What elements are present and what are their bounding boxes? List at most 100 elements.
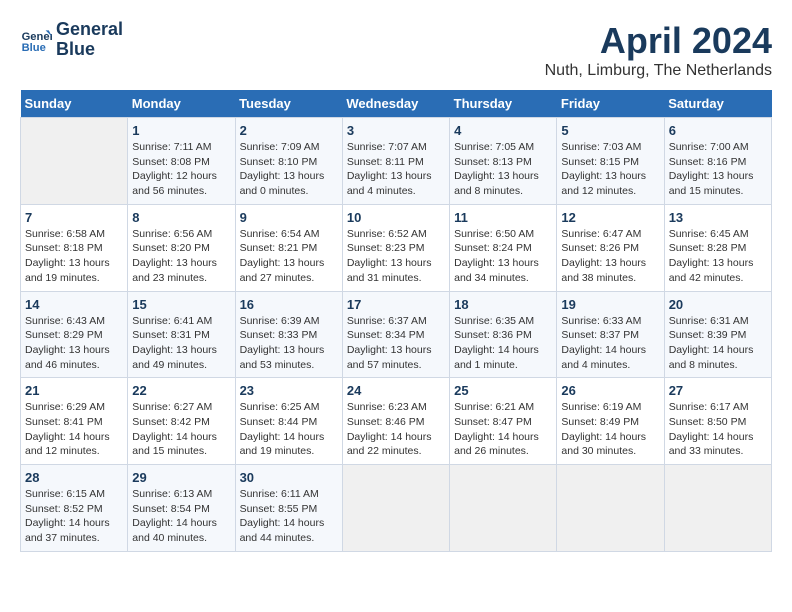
day-info: Sunrise: 6:45 AM Sunset: 8:28 PM Dayligh… (669, 227, 767, 286)
day-info: Sunrise: 6:21 AM Sunset: 8:47 PM Dayligh… (454, 400, 552, 459)
day-info: Sunrise: 6:52 AM Sunset: 8:23 PM Dayligh… (347, 227, 445, 286)
col-sunday: Sunday (21, 90, 128, 118)
calendar-cell (342, 465, 449, 552)
day-number: 9 (240, 210, 338, 225)
col-monday: Monday (128, 90, 235, 118)
location-subtitle: Nuth, Limburg, The Netherlands (545, 62, 772, 80)
calendar-cell (557, 465, 664, 552)
day-number: 8 (132, 210, 230, 225)
calendar-cell: 2 Sunrise: 7:09 AM Sunset: 8:10 PM Daylig… (235, 118, 342, 205)
calendar-body: 1 Sunrise: 7:11 AM Sunset: 8:08 PM Daylig… (21, 118, 772, 552)
calendar-cell: 25Sunrise: 6:21 AM Sunset: 8:47 PM Dayli… (450, 378, 557, 465)
day-info: Sunrise: 6:39 AM Sunset: 8:33 PM Dayligh… (240, 314, 338, 373)
day-info: Sunrise: 6:23 AM Sunset: 8:46 PM Dayligh… (347, 400, 445, 459)
calendar-table: Sunday Monday Tuesday Wednesday Thursday… (20, 90, 772, 552)
svg-text:General: General (22, 31, 52, 43)
col-tuesday: Tuesday (235, 90, 342, 118)
day-info: Sunrise: 6:31 AM Sunset: 8:39 PM Dayligh… (669, 314, 767, 373)
header-row: Sunday Monday Tuesday Wednesday Thursday… (21, 90, 772, 118)
day-number: 11 (454, 210, 552, 225)
calendar-cell: 4Sunrise: 7:05 AM Sunset: 8:13 PM Daylig… (450, 118, 557, 205)
day-info: Sunrise: 6:11 AM Sunset: 8:55 PM Dayligh… (240, 487, 338, 546)
calendar-cell: 1 Sunrise: 7:11 AM Sunset: 8:08 PM Daylig… (128, 118, 235, 205)
calendar-cell: 5 Sunrise: 7:03 AM Sunset: 8:15 PM Daylig… (557, 118, 664, 205)
day-number: 10 (347, 210, 445, 225)
day-number: 16 (240, 297, 338, 312)
logo-icon: General Blue (20, 24, 52, 56)
calendar-cell: 18Sunrise: 6:35 AM Sunset: 8:36 PM Dayli… (450, 291, 557, 378)
day-number: 22 (132, 383, 230, 398)
col-saturday: Saturday (664, 90, 771, 118)
calendar-cell: 7Sunrise: 6:58 AM Sunset: 8:18 PM Daylig… (21, 204, 128, 291)
calendar-cell (664, 465, 771, 552)
day-number: 2 (240, 123, 338, 138)
calendar-cell: 29Sunrise: 6:13 AM Sunset: 8:54 PM Dayli… (128, 465, 235, 552)
day-info: Sunrise: 6:50 AM Sunset: 8:24 PM Dayligh… (454, 227, 552, 286)
day-info: Sunrise: 6:27 AM Sunset: 8:42 PM Dayligh… (132, 400, 230, 459)
day-number: 7 (25, 210, 123, 225)
day-info: Sunrise: 7:11 AM Sunset: 8:08 PM Dayligh… (132, 140, 230, 199)
calendar-cell (21, 118, 128, 205)
day-info: Sunrise: 7:03 AM Sunset: 8:15 PM Dayligh… (561, 140, 659, 199)
logo-line2: Blue (56, 40, 123, 60)
day-info: Sunrise: 6:54 AM Sunset: 8:21 PM Dayligh… (240, 227, 338, 286)
day-number: 26 (561, 383, 659, 398)
day-number: 4 (454, 123, 552, 138)
calendar-week-row: 21Sunrise: 6:29 AM Sunset: 8:41 PM Dayli… (21, 378, 772, 465)
calendar-cell: 12 Sunrise: 6:47 AM Sunset: 8:26 PM Dayli… (557, 204, 664, 291)
calendar-cell: 13 Sunrise: 6:45 AM Sunset: 8:28 PM Dayli… (664, 204, 771, 291)
logo-line1: General (56, 20, 123, 40)
day-info: Sunrise: 6:47 AM Sunset: 8:26 PM Dayligh… (561, 227, 659, 286)
day-info: Sunrise: 6:19 AM Sunset: 8:49 PM Dayligh… (561, 400, 659, 459)
day-number: 12 (561, 210, 659, 225)
day-number: 5 (561, 123, 659, 138)
day-info: Sunrise: 6:43 AM Sunset: 8:29 PM Dayligh… (25, 314, 123, 373)
day-info: Sunrise: 6:13 AM Sunset: 8:54 PM Dayligh… (132, 487, 230, 546)
calendar-cell: 3 Sunrise: 7:07 AM Sunset: 8:11 PM Daylig… (342, 118, 449, 205)
svg-text:Blue: Blue (22, 42, 46, 54)
day-number: 24 (347, 383, 445, 398)
day-info: Sunrise: 6:33 AM Sunset: 8:37 PM Dayligh… (561, 314, 659, 373)
day-info: Sunrise: 6:56 AM Sunset: 8:20 PM Dayligh… (132, 227, 230, 286)
day-number: 13 (669, 210, 767, 225)
day-number: 27 (669, 383, 767, 398)
calendar-cell: 17Sunrise: 6:37 AM Sunset: 8:34 PM Dayli… (342, 291, 449, 378)
day-info: Sunrise: 7:09 AM Sunset: 8:10 PM Dayligh… (240, 140, 338, 199)
col-friday: Friday (557, 90, 664, 118)
day-info: Sunrise: 7:07 AM Sunset: 8:11 PM Dayligh… (347, 140, 445, 199)
month-title: April 2024 (545, 20, 772, 62)
calendar-cell: 30Sunrise: 6:11 AM Sunset: 8:55 PM Dayli… (235, 465, 342, 552)
calendar-cell: 10 Sunrise: 6:52 AM Sunset: 8:23 PM Dayli… (342, 204, 449, 291)
day-info: Sunrise: 7:00 AM Sunset: 8:16 PM Dayligh… (669, 140, 767, 199)
calendar-cell: 20Sunrise: 6:31 AM Sunset: 8:39 PM Dayli… (664, 291, 771, 378)
calendar-cell: 21Sunrise: 6:29 AM Sunset: 8:41 PM Dayli… (21, 378, 128, 465)
calendar-cell: 24 Sunrise: 6:23 AM Sunset: 8:46 PM Dayli… (342, 378, 449, 465)
day-info: Sunrise: 6:35 AM Sunset: 8:36 PM Dayligh… (454, 314, 552, 373)
day-number: 6 (669, 123, 767, 138)
calendar-cell: 9 Sunrise: 6:54 AM Sunset: 8:21 PM Daylig… (235, 204, 342, 291)
calendar-cell: 8 Sunrise: 6:56 AM Sunset: 8:20 PM Daylig… (128, 204, 235, 291)
day-info: Sunrise: 6:15 AM Sunset: 8:52 PM Dayligh… (25, 487, 123, 546)
calendar-week-row: 14 Sunrise: 6:43 AM Sunset: 8:29 PM Dayli… (21, 291, 772, 378)
day-number: 23 (240, 383, 338, 398)
day-number: 14 (25, 297, 123, 312)
day-number: 3 (347, 123, 445, 138)
calendar-header: Sunday Monday Tuesday Wednesday Thursday… (21, 90, 772, 118)
col-thursday: Thursday (450, 90, 557, 118)
day-number: 1 (132, 123, 230, 138)
day-info: Sunrise: 6:25 AM Sunset: 8:44 PM Dayligh… (240, 400, 338, 459)
logo-text: General Blue (56, 20, 123, 60)
page-header: General Blue General Blue April 2024 Nut… (20, 20, 772, 80)
calendar-week-row: 28Sunrise: 6:15 AM Sunset: 8:52 PM Dayli… (21, 465, 772, 552)
calendar-cell: 11 Sunrise: 6:50 AM Sunset: 8:24 PM Dayli… (450, 204, 557, 291)
calendar-cell: 19Sunrise: 6:33 AM Sunset: 8:37 PM Dayli… (557, 291, 664, 378)
calendar-cell (450, 465, 557, 552)
day-number: 17 (347, 297, 445, 312)
calendar-cell: 23 Sunrise: 6:25 AM Sunset: 8:44 PM Dayli… (235, 378, 342, 465)
day-info: Sunrise: 6:41 AM Sunset: 8:31 PM Dayligh… (132, 314, 230, 373)
calendar-week-row: 1 Sunrise: 7:11 AM Sunset: 8:08 PM Daylig… (21, 118, 772, 205)
calendar-cell: 6 Sunrise: 7:00 AM Sunset: 8:16 PM Daylig… (664, 118, 771, 205)
calendar-cell: 16 Sunrise: 6:39 AM Sunset: 8:33 PM Dayli… (235, 291, 342, 378)
logo: General Blue General Blue (20, 20, 123, 60)
calendar-cell: 22 Sunrise: 6:27 AM Sunset: 8:42 PM Dayli… (128, 378, 235, 465)
